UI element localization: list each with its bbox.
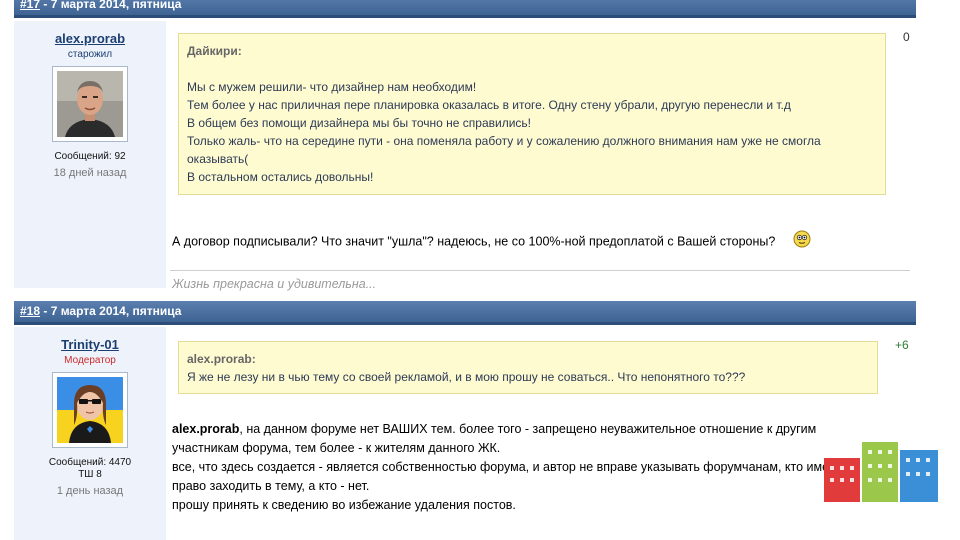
- avatar-image: [57, 377, 123, 443]
- site-logo: [822, 436, 942, 509]
- quote-line: Тем более у нас приличная пере планировк…: [187, 98, 791, 112]
- author-rank: Модератор: [64, 355, 116, 366]
- smiley-icon: [793, 230, 811, 254]
- post-body: А договор подписывали? Что значит "ушла"…: [172, 230, 811, 254]
- author-extra: ТШ 8: [78, 469, 102, 480]
- mentioned-user[interactable]: alex.prorab: [172, 422, 239, 436]
- author-message-count: Сообщений: 4470: [48, 457, 132, 468]
- quote-line: оказывать(: [187, 152, 249, 166]
- author-last-seen: 1 день назад: [56, 485, 124, 497]
- author-name-link[interactable]: alex.prorab: [14, 31, 166, 46]
- post-body: alex.prorab, на данном форуме нет ВАШИХ …: [172, 420, 872, 515]
- quote-line: Я же не лезу ни в чью тему со своей рекл…: [187, 370, 746, 384]
- post-text-line: участникам форума, тем более - к жителям…: [172, 441, 501, 455]
- author-rank: старожил: [67, 49, 113, 60]
- post-text-line: , на данном форуме нет ВАШИХ тем. более …: [239, 422, 817, 436]
- post-header: #17 - 7 марта 2014, пятница: [14, 0, 916, 18]
- author-name-link[interactable]: Trinity-01: [14, 337, 166, 352]
- avatar-photo: [57, 71, 123, 137]
- quote-block: alex.prorab: Я же не лезу ни в чью тему …: [178, 341, 878, 394]
- post-text-line: право заходить в тему, а кто - нет.: [172, 479, 370, 493]
- signature-divider: [170, 270, 910, 271]
- quote-line: Мы с мужем решили- что дизайнер нам необ…: [187, 80, 477, 94]
- post-text-line: прошу принять к сведению во избежание уд…: [172, 498, 516, 512]
- author-last-seen: 18 дней назад: [53, 167, 127, 179]
- post-number-link[interactable]: #17: [20, 0, 40, 11]
- post-text: А договор подписывали? Что значит "ушла"…: [172, 234, 776, 249]
- post-rating: +6: [895, 338, 909, 352]
- quote-line: В остальном остались довольны!: [187, 170, 374, 184]
- avatar[interactable]: [52, 372, 128, 448]
- post-header: #18 - 7 марта 2014, пятница: [14, 301, 916, 325]
- post-date: - 7 марта 2014, пятница: [40, 304, 182, 318]
- quote-line: Только жаль- что на середине пути - она …: [187, 134, 821, 148]
- author-panel: Trinity-01 Модератор Сообщений: 4470 ТШ …: [14, 327, 166, 540]
- quote-author: Дайкири:: [187, 44, 242, 58]
- post-date: - 7 марта 2014, пятница: [40, 0, 182, 11]
- quote-line: В общем без помощи дизайнера мы бы точно…: [187, 116, 531, 130]
- post-number-link[interactable]: #18: [20, 304, 40, 318]
- post-rating: 0: [903, 30, 910, 44]
- signature: Жизнь прекрасна и удивительна...: [172, 277, 377, 291]
- site-logo-buildings: [824, 442, 938, 502]
- quote-block: Дайкири: Мы с мужем решили- что дизайнер…: [178, 33, 886, 195]
- post-text-line: все, что здесь создается - является собс…: [172, 460, 842, 474]
- author-message-count: Сообщений: 92: [54, 151, 126, 162]
- author-panel: alex.prorab старожил Сообщений: 92 18 дн…: [14, 21, 166, 288]
- avatar[interactable]: [52, 66, 128, 142]
- quote-author: alex.prorab:: [187, 352, 256, 366]
